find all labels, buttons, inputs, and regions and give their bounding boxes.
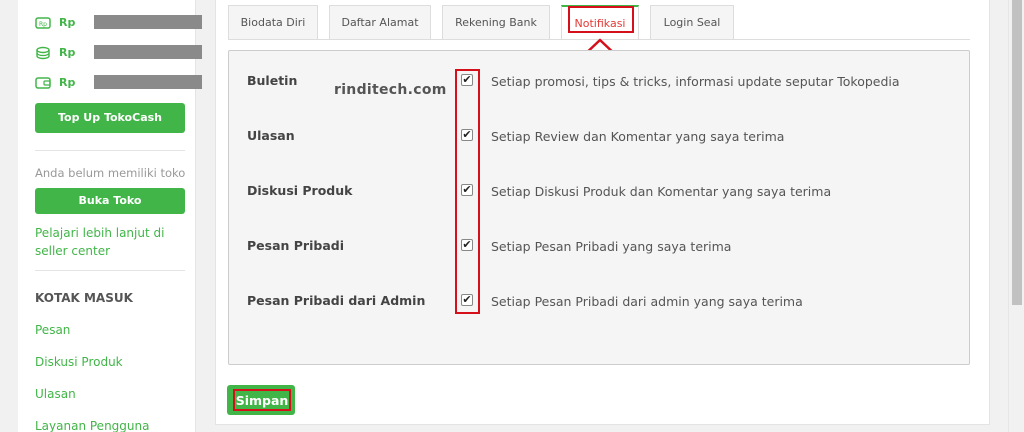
- balance-currency: Rp: [59, 45, 76, 59]
- setting-label-diskusi-produk: Diskusi Produk: [247, 183, 353, 198]
- seller-center-link[interactable]: Pelajari lebih lanjut di seller center: [35, 224, 175, 260]
- inbox-heading: KOTAK MASUK: [35, 291, 133, 305]
- setting-desc-pesan-admin: Setiap Pesan Pribadi dari admin yang say…: [491, 294, 803, 309]
- balance-redacted: [94, 15, 202, 29]
- save-button[interactable]: Simpan: [233, 389, 291, 411]
- sidebar: Rp Rp Rp Rp Top Up TokoCash Anda belum m…: [18, 0, 202, 432]
- checkbox-highlight-box: [455, 69, 480, 314]
- wallet-icon: [35, 75, 51, 89]
- topup-tokocash-button[interactable]: Top Up TokoCash: [35, 103, 185, 133]
- watermark-text: rinditech.com: [334, 82, 447, 98]
- setting-label-pesan-admin: Pesan Pribadi dari Admin: [247, 293, 426, 308]
- divider: [35, 270, 185, 271]
- svg-text:Rp: Rp: [39, 21, 47, 28]
- balance-currency: Rp: [59, 75, 76, 89]
- open-shop-button[interactable]: Buka Toko: [35, 188, 185, 214]
- divider: [35, 150, 185, 151]
- setting-desc-diskusi-produk: Setiap Diskusi Produk dan Komentar yang …: [491, 184, 832, 199]
- setting-label-pesan-pribadi: Pesan Pribadi: [247, 238, 344, 253]
- balance-row-tokocash: Rp Rp: [35, 13, 202, 31]
- scrollbar[interactable]: [1008, 0, 1024, 432]
- balance-row-coins: Rp: [35, 43, 202, 61]
- tab-biodata-diri[interactable]: Biodata Diri: [228, 5, 318, 39]
- tab-login-seal[interactable]: Login Seal: [650, 5, 734, 39]
- balance-row-wallet: Rp: [35, 73, 202, 91]
- inbox-item-layanan-pengguna[interactable]: Layanan Pengguna: [35, 417, 149, 432]
- setting-label-buletin: Buletin: [247, 73, 298, 88]
- setting-desc-ulasan: Setiap Review dan Komentar yang saya ter…: [491, 129, 785, 144]
- inbox-item-ulasan[interactable]: Ulasan: [35, 385, 76, 403]
- tab-daftar-alamat[interactable]: Daftar Alamat: [329, 5, 431, 39]
- no-shop-text: Anda belum memiliki toko: [35, 166, 186, 180]
- tokocash-icon: Rp: [35, 15, 51, 29]
- setting-desc-pesan-pribadi: Setiap Pesan Pribadi yang saya terima: [491, 239, 732, 254]
- balance-redacted: [94, 45, 202, 59]
- inbox-item-pesan[interactable]: Pesan: [35, 321, 70, 339]
- balance-redacted: [94, 75, 202, 89]
- tab-rekening-bank[interactable]: Rekening Bank: [442, 5, 550, 39]
- setting-label-ulasan: Ulasan: [247, 128, 295, 143]
- coins-icon: [35, 45, 51, 60]
- inbox-item-diskusi-produk[interactable]: Diskusi Produk: [35, 353, 123, 371]
- setting-desc-buletin: Setiap promosi, tips & tricks, informasi…: [491, 74, 900, 89]
- scrollbar-thumb[interactable]: [1012, 0, 1022, 305]
- balance-currency: Rp: [59, 15, 76, 29]
- notifikasi-highlight-box: [568, 6, 634, 33]
